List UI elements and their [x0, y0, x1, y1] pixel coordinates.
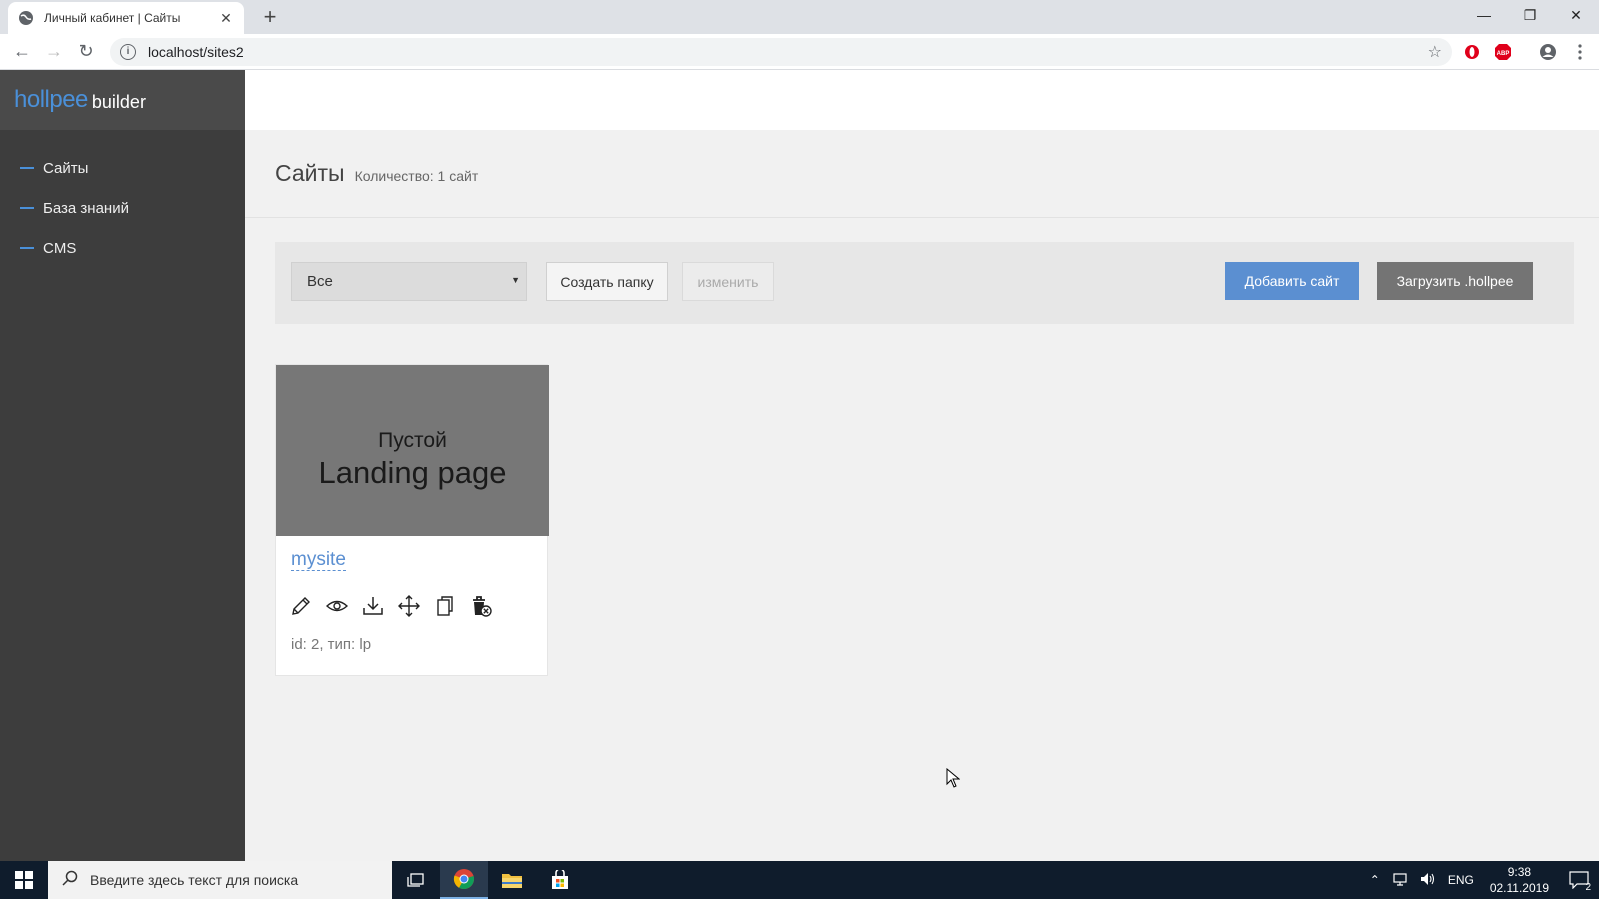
dash-icon [20, 207, 34, 209]
page-header: Сайты Количество: 1 сайт [245, 130, 1599, 218]
svg-text:ABP: ABP [1497, 51, 1510, 57]
forward-icon[interactable]: → [38, 36, 70, 68]
taskbar-search-box[interactable]: Введите здесь текст для поиска [48, 861, 392, 899]
page-title: Сайты [275, 160, 345, 186]
search-icon [62, 870, 78, 891]
url-text: localhost/sites2 [148, 44, 244, 60]
add-site-button[interactable]: Добавить сайт [1225, 262, 1359, 300]
chrome-taskbar-icon[interactable] [440, 861, 488, 899]
delete-icon[interactable] [470, 593, 506, 619]
sidebar-item-label: Сайты [43, 159, 89, 177]
create-folder-button[interactable]: Создать папку [546, 262, 668, 301]
task-view-icon[interactable] [392, 861, 440, 899]
adblock-extension-icon[interactable]: ABP [1493, 42, 1513, 62]
notification-count: 2 [1585, 882, 1591, 893]
browser-tab-strip: Личный кабинет | Сайты ✕ + — ❐ ✕ [0, 0, 1599, 34]
pencil-icon[interactable] [290, 593, 326, 619]
clock-time: 9:38 [1507, 865, 1532, 879]
taskbar-search-placeholder: Введите здесь текст для поиска [90, 872, 299, 888]
edit-folder-button[interactable]: изменить [682, 262, 774, 301]
site-meta: id: 2, тип: lp [291, 636, 372, 653]
chevron-up-icon[interactable]: ⌃ [1364, 873, 1386, 887]
move-icon[interactable] [398, 593, 434, 619]
site-thumbnail[interactable]: Пустой Landing page [276, 365, 549, 536]
opera-extension-icon[interactable] [1462, 42, 1482, 62]
tab-close-icon[interactable]: ✕ [218, 10, 234, 27]
system-tray: ⌃ ENG 9:38 02.11.2019 2 [1364, 861, 1599, 899]
dropdown-arrow-icon: ▼ [511, 275, 520, 285]
eye-icon[interactable] [326, 593, 362, 619]
network-icon[interactable] [1386, 872, 1414, 889]
clock[interactable]: 9:38 02.11.2019 [1480, 864, 1559, 896]
browser-toolbar: ← → ↻ i localhost/sites2 ☆ ABP [0, 34, 1599, 70]
bookmark-star-icon[interactable]: ☆ [1428, 42, 1442, 62]
site-count: Количество: 1 сайт [354, 168, 479, 184]
dash-icon [20, 167, 34, 169]
sidebar-nav: Сайты База знаний CMS [0, 130, 245, 268]
download-icon[interactable] [362, 593, 398, 619]
language-indicator[interactable]: ENG [1442, 873, 1480, 887]
profile-icon[interactable] [1538, 42, 1558, 62]
info-icon[interactable]: i [120, 44, 136, 60]
site-actions [290, 593, 547, 619]
menu-dots-icon[interactable] [1570, 42, 1590, 62]
sidebar-item-cms[interactable]: CMS [0, 228, 245, 268]
store-icon[interactable] [536, 861, 584, 899]
browser-tab[interactable]: Личный кабинет | Сайты ✕ [8, 2, 244, 34]
globe-icon [18, 10, 34, 26]
logo-sub: builder [91, 91, 146, 112]
new-tab-button[interactable]: + [258, 6, 282, 30]
restore-icon[interactable]: ❐ [1507, 0, 1553, 30]
dash-icon [20, 247, 34, 249]
sidebar: hollpee builder Сайты База знаний CMS [0, 70, 245, 861]
close-window-icon[interactable]: ✕ [1553, 0, 1599, 30]
upload-hollpee-button[interactable]: Загрузить .hollpee [1377, 262, 1533, 300]
sidebar-item-sites[interactable]: Сайты [0, 148, 245, 188]
site-card: Пустой Landing page mysite id: 2, тип: l… [275, 364, 549, 676]
clock-date: 02.11.2019 [1489, 881, 1549, 895]
volume-icon[interactable] [1414, 872, 1442, 889]
windows-taskbar: Введите здесь текст для поиска ⌃ ENG 9:3… [0, 861, 1599, 899]
windows-start-icon[interactable] [0, 861, 48, 899]
sidebar-item-label: База знаний [43, 199, 129, 217]
file-explorer-icon[interactable] [488, 861, 536, 899]
thumbnail-subtitle: Landing page [318, 454, 507, 490]
site-name-link[interactable]: mysite [291, 550, 346, 571]
address-bar[interactable]: i localhost/sites2 ☆ [110, 38, 1452, 66]
tab-title: Личный кабинет | Сайты [44, 11, 181, 25]
minimize-icon[interactable]: — [1461, 0, 1507, 30]
sidebar-item-label: CMS [43, 239, 77, 257]
window-controls: — ❐ ✕ [1461, 0, 1599, 30]
folder-filter-value: Все [307, 273, 333, 290]
mouse-cursor-icon [946, 767, 961, 793]
logo[interactable]: hollpee builder [0, 70, 245, 130]
main-content: Сайты Количество: 1 сайт Все ▼ Создать п… [245, 70, 1599, 861]
thumbnail-title: Пустой [378, 428, 447, 452]
logo-main: hollpee [14, 86, 88, 113]
back-icon[interactable]: ← [6, 36, 38, 68]
folder-filter-select[interactable]: Все ▼ [291, 262, 527, 301]
sites-toolbar: Все ▼ Создать папку изменить Добавить са… [275, 242, 1574, 324]
reload-icon[interactable]: ↻ [70, 36, 102, 68]
top-bar [245, 70, 1599, 130]
copy-icon[interactable] [434, 593, 470, 619]
sidebar-item-knowledge-base[interactable]: База знаний [0, 188, 245, 228]
notification-center-icon[interactable]: 2 [1559, 861, 1599, 899]
